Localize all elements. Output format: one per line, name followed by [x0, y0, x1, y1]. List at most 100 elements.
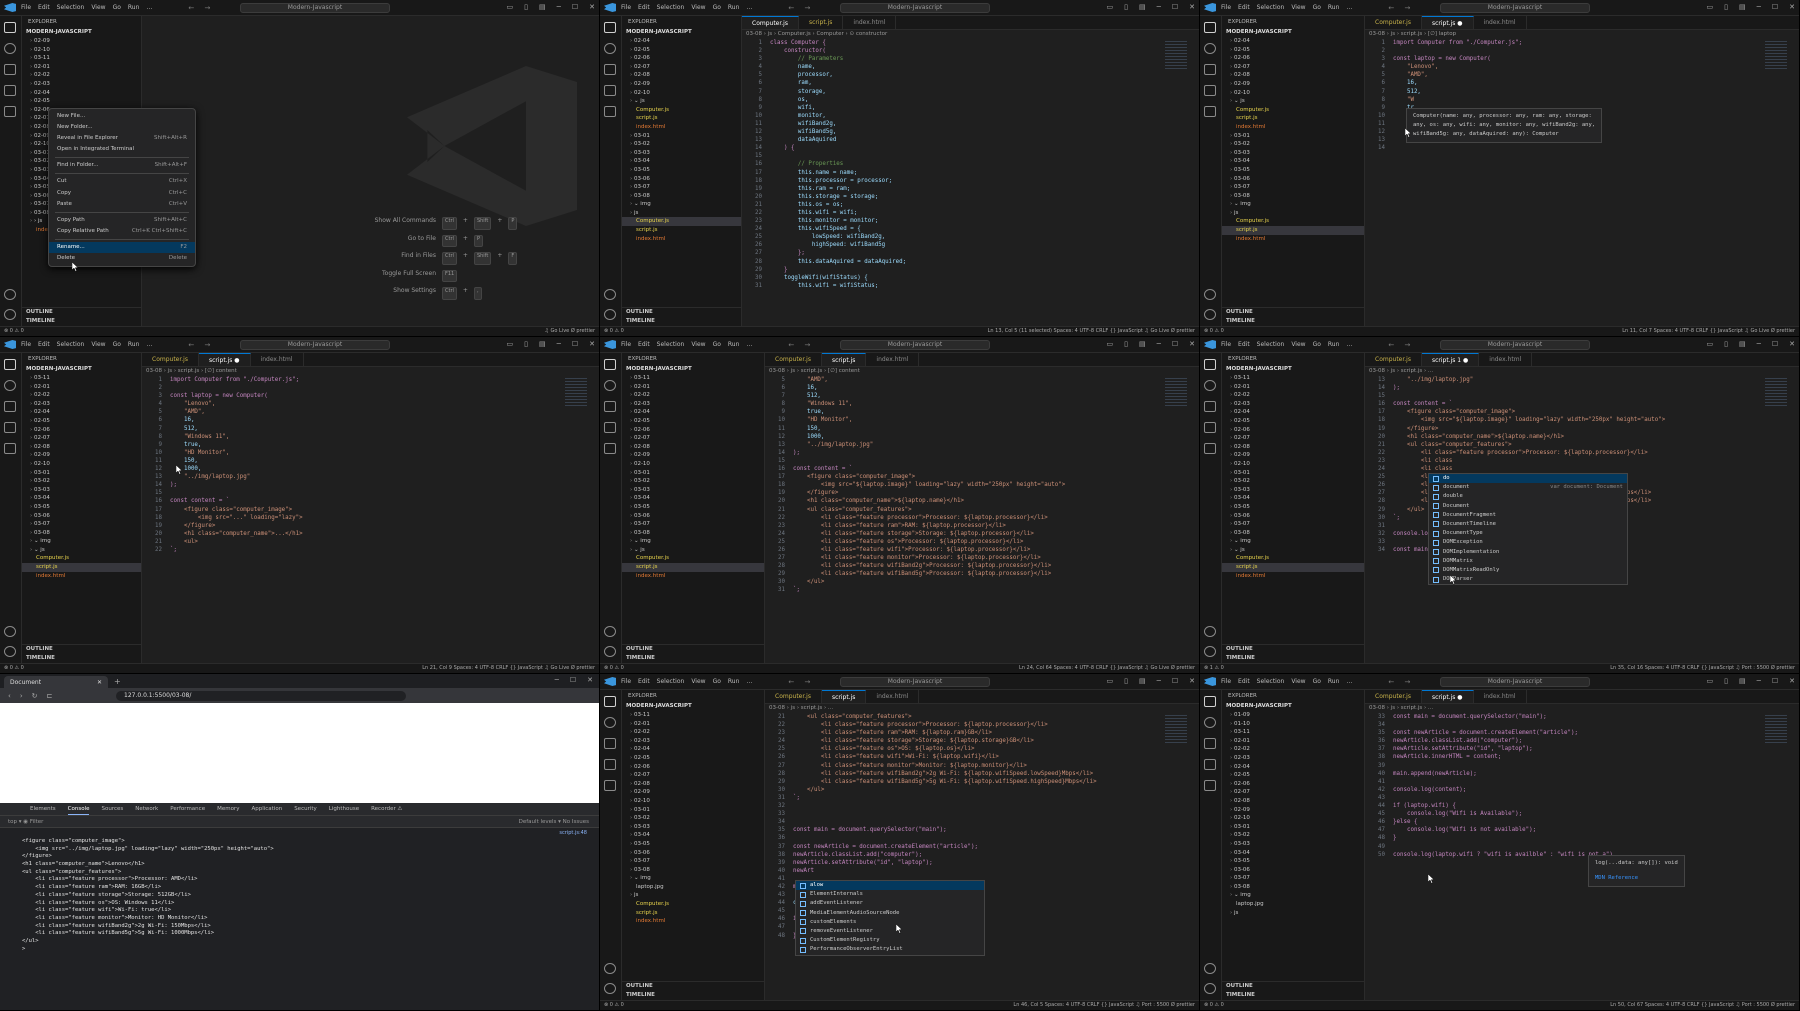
run-debug-icon[interactable] — [4, 422, 16, 433]
editor-tab[interactable]: script.js — [821, 690, 867, 703]
window-controls[interactable]: ▭ ▯ ▤ ─ ☐ ✕ — [1707, 340, 1795, 348]
editor-tab[interactable]: Computer.js — [142, 353, 199, 366]
search-icon[interactable] — [1204, 43, 1216, 54]
devtools-tab[interactable]: Console — [67, 803, 90, 815]
explorer-item[interactable]: › 01-09 — [1222, 711, 1364, 720]
explorer-item[interactable]: › 02-07 — [1222, 788, 1364, 797]
explorer-item[interactable]: › 02-01 — [622, 720, 764, 729]
command-center-search[interactable]: Modern-Javascript — [1440, 677, 1590, 687]
explorer-item[interactable]: › 02-05 — [1222, 46, 1364, 55]
devtools-tab[interactable]: Elements — [30, 803, 56, 815]
explorer-item[interactable]: › 03-06 — [622, 512, 764, 521]
context-menu-item[interactable]: Reveal in File Explorer Shift+Alt+R — [49, 133, 195, 144]
explorer-item[interactable]: › 03-03 — [1222, 149, 1364, 158]
run-debug-icon[interactable] — [1204, 85, 1216, 96]
breadcrumb[interactable]: 03-08 › js › script.js › [∅] content — [146, 368, 237, 374]
run-debug-icon[interactable] — [1204, 759, 1216, 770]
layout-icon[interactable]: ▤ — [1139, 3, 1146, 11]
layout-icon[interactable]: ▤ — [1739, 3, 1746, 11]
explorer-item[interactable]: › 03-02 — [622, 477, 764, 486]
explorer-item[interactable]: Computer.js — [622, 106, 741, 115]
devtools-tab[interactable]: Recorder ⚠ — [371, 803, 402, 815]
status-info[interactable]: Ln 46, Col 5 Spaces: 4 UTF-8 CRLF {} Jav… — [1013, 1001, 1195, 1010]
explorer-item[interactable]: › 02-09 — [622, 451, 764, 460]
explorer-item[interactable]: › 02-10 — [1222, 89, 1364, 98]
layout-icon[interactable]: ▤ — [1139, 340, 1146, 348]
explorer-item[interactable]: script.js — [22, 563, 141, 572]
settings-gear-icon[interactable] — [604, 963, 616, 974]
suggestion-item[interactable]: DocumentType — [1429, 529, 1627, 538]
menu-item-run[interactable]: Run — [728, 4, 740, 11]
extensions-icon[interactable] — [1204, 106, 1216, 117]
explorer-item[interactable]: › 03-04 — [622, 494, 764, 503]
browser-tab[interactable]: Document ✕ — [4, 676, 108, 688]
menu-item-view[interactable]: View — [1291, 4, 1305, 11]
account-icon[interactable] — [604, 983, 616, 994]
extensions-icon[interactable] — [4, 443, 16, 454]
suggestion-item[interactable]: DocumentFragment — [1429, 511, 1627, 520]
explorer-item[interactable]: › 03-06 — [622, 849, 764, 858]
files-icon[interactable] — [604, 696, 616, 707]
breadcrumb[interactable]: 03-08 › js › script.js › [∅] laptop — [1369, 31, 1456, 37]
layout-icon[interactable]: ▭ — [1107, 677, 1114, 685]
explorer-item[interactable]: › 02-10 — [622, 89, 741, 98]
mdn-reference-link[interactable]: MDN Reference — [1595, 874, 1678, 883]
menu-item-view[interactable]: View — [91, 4, 105, 11]
explorer-item[interactable]: index.html — [622, 123, 741, 132]
context-menu-item[interactable]: Find in Folder... Shift+Alt+F — [49, 160, 195, 171]
explorer-item[interactable]: › 03-05 — [622, 840, 764, 849]
workspace-folder[interactable]: MODERN-JAVASCRIPT — [622, 702, 764, 711]
explorer-item[interactable]: › 02-05 — [622, 754, 764, 763]
explorer-item[interactable]: › 03-01 — [622, 806, 764, 815]
menu-item-edit[interactable]: Edit — [638, 341, 650, 348]
layout-icon[interactable]: ▯ — [524, 3, 528, 11]
suggestion-item[interactable]: MediaElementAudioSourceNode — [796, 909, 984, 918]
search-icon[interactable] — [604, 380, 616, 391]
maximize-icon[interactable]: ☐ — [1772, 340, 1778, 348]
explorer-item[interactable]: › 03-07 — [622, 183, 741, 192]
context-menu-item[interactable]: New Folder... — [49, 122, 195, 133]
outline-section[interactable]: OUTLINE — [22, 645, 141, 654]
menu-item-[interactable]: … — [746, 678, 752, 685]
close-icon[interactable]: ✕ — [589, 3, 595, 11]
extensions-icon[interactable] — [604, 443, 616, 454]
explorer-item[interactable]: › 02-05 — [622, 417, 764, 426]
explorer-item[interactable]: Computer.js — [622, 554, 764, 563]
explorer-item[interactable]: › 03-05 — [1222, 166, 1364, 175]
explorer-item[interactable]: › js — [1222, 909, 1364, 918]
extensions-icon[interactable] — [1204, 780, 1216, 791]
menu-item-run[interactable]: Run — [728, 341, 740, 348]
explorer-item[interactable]: Computer.js — [1222, 217, 1364, 226]
console-filter[interactable]: top ▾ ◉ Filter — [8, 819, 43, 825]
layout-icon[interactable]: ▤ — [1139, 677, 1146, 685]
explorer-item[interactable]: script.js — [1222, 226, 1364, 235]
editor-tab[interactable]: index.html — [843, 16, 897, 29]
explorer-item[interactable]: › 02-09 — [22, 37, 141, 46]
timeline-section[interactable]: TIMELINE — [622, 991, 764, 1000]
explorer-item[interactable]: › 02-04 — [22, 408, 141, 417]
history-nav-arrows-icon[interactable]: ← → — [1388, 678, 1414, 686]
outline-section[interactable]: OUTLINE — [1222, 645, 1364, 654]
menu-item-selection[interactable]: Selection — [1257, 4, 1285, 11]
explorer-item[interactable]: index.html — [1222, 572, 1364, 581]
editor-tab[interactable]: Computer.js — [765, 690, 822, 703]
explorer-item[interactable]: › 02-05 — [622, 46, 741, 55]
explorer-item[interactable]: › 02-04 — [622, 745, 764, 754]
explorer-item[interactable]: › 02-03 — [22, 400, 141, 409]
search-icon[interactable] — [1204, 380, 1216, 391]
explorer-item[interactable]: › js — [622, 209, 741, 218]
status-info[interactable]: ♫ Go Live Ø prettier — [544, 327, 595, 336]
source-control-icon[interactable] — [4, 401, 16, 412]
editor-tab[interactable]: Computer.js — [1365, 690, 1422, 703]
explorer-item[interactable]: › ⌄ img — [1222, 891, 1364, 900]
explorer-item[interactable]: › 03-03 — [22, 486, 141, 495]
files-icon[interactable] — [1204, 22, 1216, 33]
suggestion-item[interactable]: customElements — [796, 918, 984, 927]
explorer-item[interactable]: › 03-04 — [1222, 157, 1364, 166]
context-menu-item[interactable]: Copy Path Shift+Alt+C — [49, 215, 195, 226]
explorer-item[interactable]: › ⌄ js — [622, 546, 764, 555]
devtools-tab[interactable]: Performance — [170, 803, 205, 815]
close-icon[interactable]: ✕ — [1789, 340, 1795, 348]
explorer-item[interactable]: › 02-03 — [622, 737, 764, 746]
minimize-icon[interactable]: ─ — [1157, 3, 1161, 11]
